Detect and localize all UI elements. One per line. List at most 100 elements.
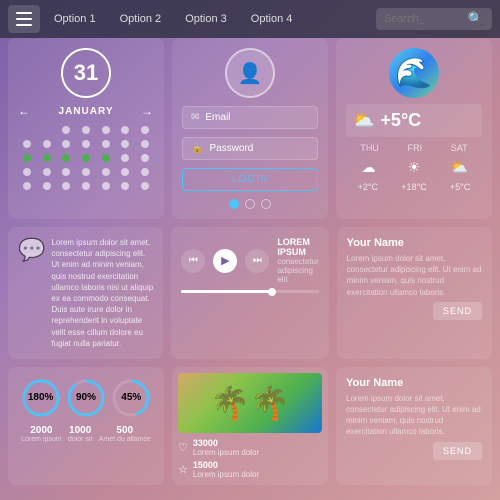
calendar-date: 31	[61, 48, 111, 98]
send-button-2[interactable]: SEND	[433, 442, 482, 460]
prev-month-button[interactable]: ←	[18, 104, 31, 118]
calendar-month: JANUARY	[59, 106, 114, 117]
weather-days-row: THU FRI SAT	[346, 143, 482, 153]
nav-item-1[interactable]: Option 1	[44, 9, 106, 29]
send-button[interactable]: SEND	[433, 302, 482, 320]
ring-1-text: 180%	[28, 392, 54, 403]
cal-dot-4	[102, 126, 110, 134]
star-stat: ☆ 15000 Lorem ipsum dolor	[178, 460, 322, 479]
cal-dot-12	[121, 140, 129, 148]
stat-value-1: 2000 Lorem ipsum	[21, 425, 61, 443]
fast-forward-button[interactable]: ⏭	[245, 249, 269, 273]
star-count: 15000	[193, 460, 259, 470]
search-input[interactable]	[384, 13, 464, 25]
cal-dot-20	[141, 154, 149, 162]
hamburger-line-2	[16, 18, 32, 20]
stat-circle-3: 45%	[110, 377, 152, 419]
contact-text: Lorem ipsum dolor sit amet, consectetur …	[347, 253, 482, 298]
ring-1: 180%	[20, 377, 62, 419]
like-count: 33000	[193, 438, 259, 448]
star-label: Lorem ipsum dolor	[193, 470, 259, 479]
val-3: 500	[99, 425, 151, 436]
cal-dot-15	[43, 154, 51, 162]
weather-image: 🌊	[389, 48, 439, 98]
audio-info: LOREM IPSUM consectetur adipiscing elit	[277, 237, 318, 284]
contact-name: Your Name	[347, 237, 482, 249]
calendar-nav: ← JANUARY →	[18, 104, 154, 118]
navbar: Option 1 Option 2 Option 3 Option 4 🔍	[0, 0, 500, 38]
cal-dot-34	[141, 182, 149, 190]
ring-3: 45%	[110, 377, 152, 419]
star-icon: ☆	[178, 463, 188, 476]
stats-values-row: 2000 Lorem ipsum 1000 dolor sit 500 Amet…	[18, 425, 154, 443]
login-button[interactable]: LOGIN	[182, 168, 318, 191]
next-month-button[interactable]: →	[141, 104, 154, 118]
cal-dot-27	[141, 168, 149, 176]
audio-subtitle: consectetur adipiscing elit	[277, 257, 318, 284]
cal-dot-32	[102, 182, 110, 190]
login-dots	[229, 199, 271, 209]
row3: 180% 90% 45%	[0, 367, 500, 493]
temperature-display: +5°C	[380, 110, 421, 131]
chat-card: 💬 Lorem ipsum dolor sit amet, consectetu…	[8, 227, 163, 359]
progress-bar[interactable]	[181, 290, 318, 293]
hamburger-line-3	[16, 24, 32, 26]
hamburger-line-1	[16, 12, 32, 14]
password-label: Password	[209, 143, 253, 154]
weather-day-sat: SAT	[451, 143, 468, 153]
cal-dot-31	[82, 182, 90, 190]
rewind-button[interactable]: ⏮	[181, 249, 205, 273]
heart-icon: ♡	[178, 441, 188, 454]
like-label: Lorem ipsum dolor	[193, 448, 259, 457]
thumbnail-image: 🌴🌴	[178, 373, 322, 433]
play-button[interactable]: ▶	[213, 249, 237, 273]
nav-item-3[interactable]: Option 3	[175, 9, 237, 29]
hamburger-button[interactable]	[8, 5, 40, 33]
email-icon: ✉	[191, 112, 199, 123]
row1: 31 ← JANUARY → 👤 ✉ Email 🔒 Password LOGI…	[0, 38, 500, 219]
cal-dot-17	[82, 154, 90, 162]
weather-day-thu: THU	[360, 143, 379, 153]
audio-title: LOREM IPSUM	[277, 237, 318, 257]
dot-1	[229, 199, 239, 209]
calendar-card: 31 ← JANUARY →	[8, 38, 164, 219]
email-label: Email	[205, 112, 230, 123]
val-2: 1000	[68, 425, 93, 436]
stat-circle-2: 90%	[65, 377, 107, 419]
cal-dot-33	[121, 182, 129, 190]
like-info: 33000 Lorem ipsum dolor	[193, 438, 259, 457]
cal-dot-23	[62, 168, 70, 176]
progress-thumb[interactable]	[268, 288, 276, 296]
password-field[interactable]: 🔒 Password	[182, 137, 318, 160]
lbl-2: dolor sit	[68, 436, 93, 443]
row2: 💬 Lorem ipsum dolor sit amet, consectetu…	[0, 227, 500, 359]
contact-card-2: Your Name Lorem ipsum dolor sit amet, co…	[336, 367, 492, 485]
email-field[interactable]: ✉ Email	[182, 106, 318, 129]
palm-tree-icon: 🌴🌴	[210, 384, 290, 422]
cal-dot-21	[23, 168, 31, 176]
nav-item-2[interactable]: Option 2	[110, 9, 172, 29]
nav-item-4[interactable]: Option 4	[241, 9, 303, 29]
cal-dot-8	[43, 140, 51, 148]
weather-temps-row: +2°C +18°C +5°C	[346, 182, 482, 192]
dot-3	[261, 199, 271, 209]
cal-dot-13	[141, 140, 149, 148]
cloud-icon-thu: ☁	[346, 159, 391, 176]
cal-dot-6	[141, 126, 149, 134]
cal-dot-25	[102, 168, 110, 176]
audio-card: ⏮ ▶ ⏭ LOREM IPSUM consectetur adipiscing…	[171, 227, 328, 359]
stat-value-3: 500 Amet du allamce	[99, 425, 151, 443]
cal-dot-22	[43, 168, 51, 176]
lbl-1: Lorem ipsum	[21, 436, 61, 443]
star-info: 15000 Lorem ipsum dolor	[193, 460, 259, 479]
cal-dot-9	[62, 140, 70, 148]
dot-2	[245, 199, 255, 209]
image-card: 🌴🌴 ♡ 33000 Lorem ipsum dolor ☆ 15000 Lor…	[172, 367, 328, 485]
contact-card: Your Name Lorem ipsum dolor sit amet, co…	[337, 227, 492, 359]
lock-icon: 🔒	[191, 143, 203, 154]
cal-dot-26	[121, 168, 129, 176]
cal-dot-0	[23, 126, 31, 134]
cloud-icon-sat: ⛅	[437, 159, 482, 176]
ring-2: 90%	[65, 377, 107, 419]
cal-dot-3	[82, 126, 90, 134]
